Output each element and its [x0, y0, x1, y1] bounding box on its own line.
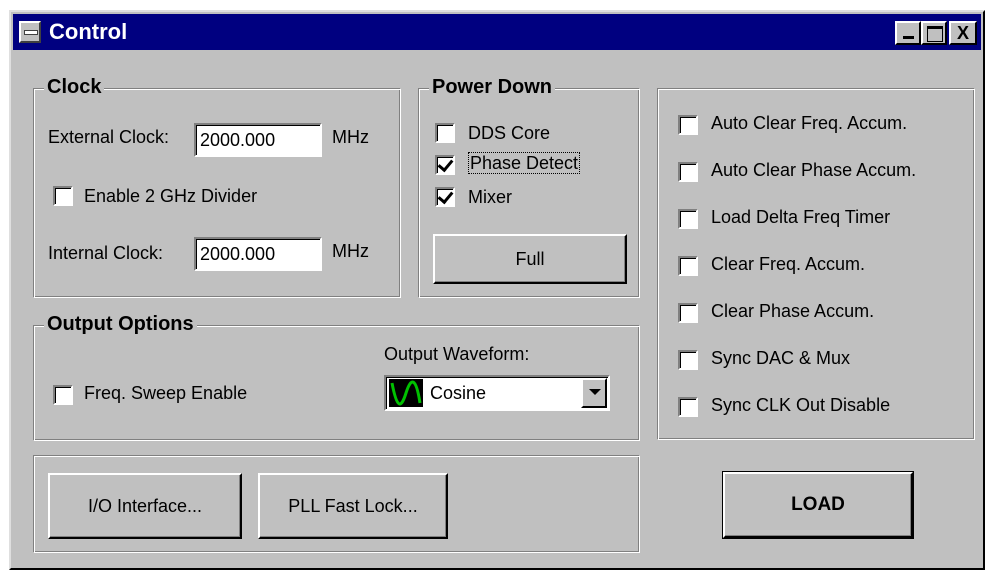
- phase-detect-text: Phase Detect: [468, 152, 581, 174]
- clock-group: Clock External Clock: 2000.000 MHz Enabl…: [33, 76, 401, 298]
- auto-clear-phase-label[interactable]: Auto Clear Phase Accum.: [711, 160, 916, 181]
- dds-core-label[interactable]: DDS Core: [468, 123, 550, 144]
- pll-fast-lock-button[interactable]: PLL Fast Lock...: [258, 473, 448, 539]
- enable-divider-label[interactable]: Enable 2 GHz Divider: [84, 186, 257, 207]
- dropdown-arrow-icon[interactable]: [581, 378, 607, 408]
- clock-legend: Clock: [44, 76, 105, 99]
- internal-clock-input[interactable]: 2000.000: [194, 237, 322, 271]
- close-icon: X: [956, 23, 969, 43]
- sync-dac-mux-checkbox[interactable]: [678, 350, 698, 370]
- full-button[interactable]: Full: [433, 234, 627, 284]
- internal-clock-label: Internal Clock:: [48, 243, 164, 263]
- freq-sweep-checkbox[interactable]: [53, 385, 73, 405]
- output-options-group: Output Options Freq. Sweep Enable Output…: [33, 313, 640, 441]
- sync-clk-out-disable-checkbox[interactable]: [678, 397, 698, 417]
- window-title: Control: [49, 19, 128, 44]
- power-down-legend: Power Down: [429, 76, 556, 99]
- control-window: Control X Clock External Clock: 2000.000…: [9, 10, 985, 570]
- external-clock-label: External Clock:: [48, 127, 170, 147]
- dds-core-checkbox[interactable]: [435, 123, 455, 143]
- output-waveform-value: Cosine: [430, 383, 487, 403]
- load-delta-freq-timer-label[interactable]: Load Delta Freq Timer: [711, 207, 890, 228]
- auto-clear-freq-checkbox[interactable]: [678, 115, 698, 135]
- output-waveform-select[interactable]: Cosine: [384, 375, 610, 411]
- maximize-button[interactable]: [921, 21, 947, 45]
- tools-group: I/O Interface... PLL Fast Lock...: [33, 455, 640, 553]
- freq-sweep-label[interactable]: Freq. Sweep Enable: [84, 383, 247, 404]
- auto-clear-freq-label[interactable]: Auto Clear Freq. Accum.: [711, 113, 907, 134]
- auto-clear-phase-checkbox[interactable]: [678, 162, 698, 182]
- close-button[interactable]: X: [949, 21, 977, 45]
- phase-detect-checkbox[interactable]: [435, 155, 455, 175]
- minimize-button[interactable]: [895, 21, 921, 45]
- load-button[interactable]: LOAD: [722, 471, 914, 539]
- enable-divider-checkbox[interactable]: [53, 186, 73, 206]
- mixer-label[interactable]: Mixer: [468, 187, 512, 208]
- title-bar[interactable]: Control X: [13, 14, 981, 50]
- phase-detect-label[interactable]: Phase Detect: [468, 152, 581, 174]
- sync-dac-mux-label[interactable]: Sync DAC & Mux: [711, 348, 850, 369]
- external-clock-unit: MHz: [332, 127, 369, 147]
- system-menu-icon[interactable]: [19, 21, 41, 43]
- internal-clock-unit: MHz: [332, 241, 369, 261]
- power-down-group: Power Down DDS Core Phase Detect Mixer F…: [418, 76, 640, 298]
- clear-phase-label[interactable]: Clear Phase Accum.: [711, 301, 874, 322]
- load-delta-freq-timer-checkbox[interactable]: [678, 209, 698, 229]
- external-clock-input[interactable]: 2000.000: [194, 123, 322, 157]
- sync-clk-out-disable-label[interactable]: Sync CLK Out Disable: [711, 395, 890, 416]
- cosine-wave-icon: [389, 379, 423, 407]
- clear-freq-checkbox[interactable]: [678, 256, 698, 276]
- output-options-legend: Output Options: [44, 313, 197, 336]
- options-group: Auto Clear Freq. Accum. Auto Clear Phase…: [657, 88, 975, 440]
- clear-phase-checkbox[interactable]: [678, 303, 698, 323]
- clear-freq-label[interactable]: Clear Freq. Accum.: [711, 254, 865, 275]
- output-waveform-label: Output Waveform:: [384, 344, 530, 364]
- io-interface-button[interactable]: I/O Interface...: [48, 473, 242, 539]
- mixer-checkbox[interactable]: [435, 187, 455, 207]
